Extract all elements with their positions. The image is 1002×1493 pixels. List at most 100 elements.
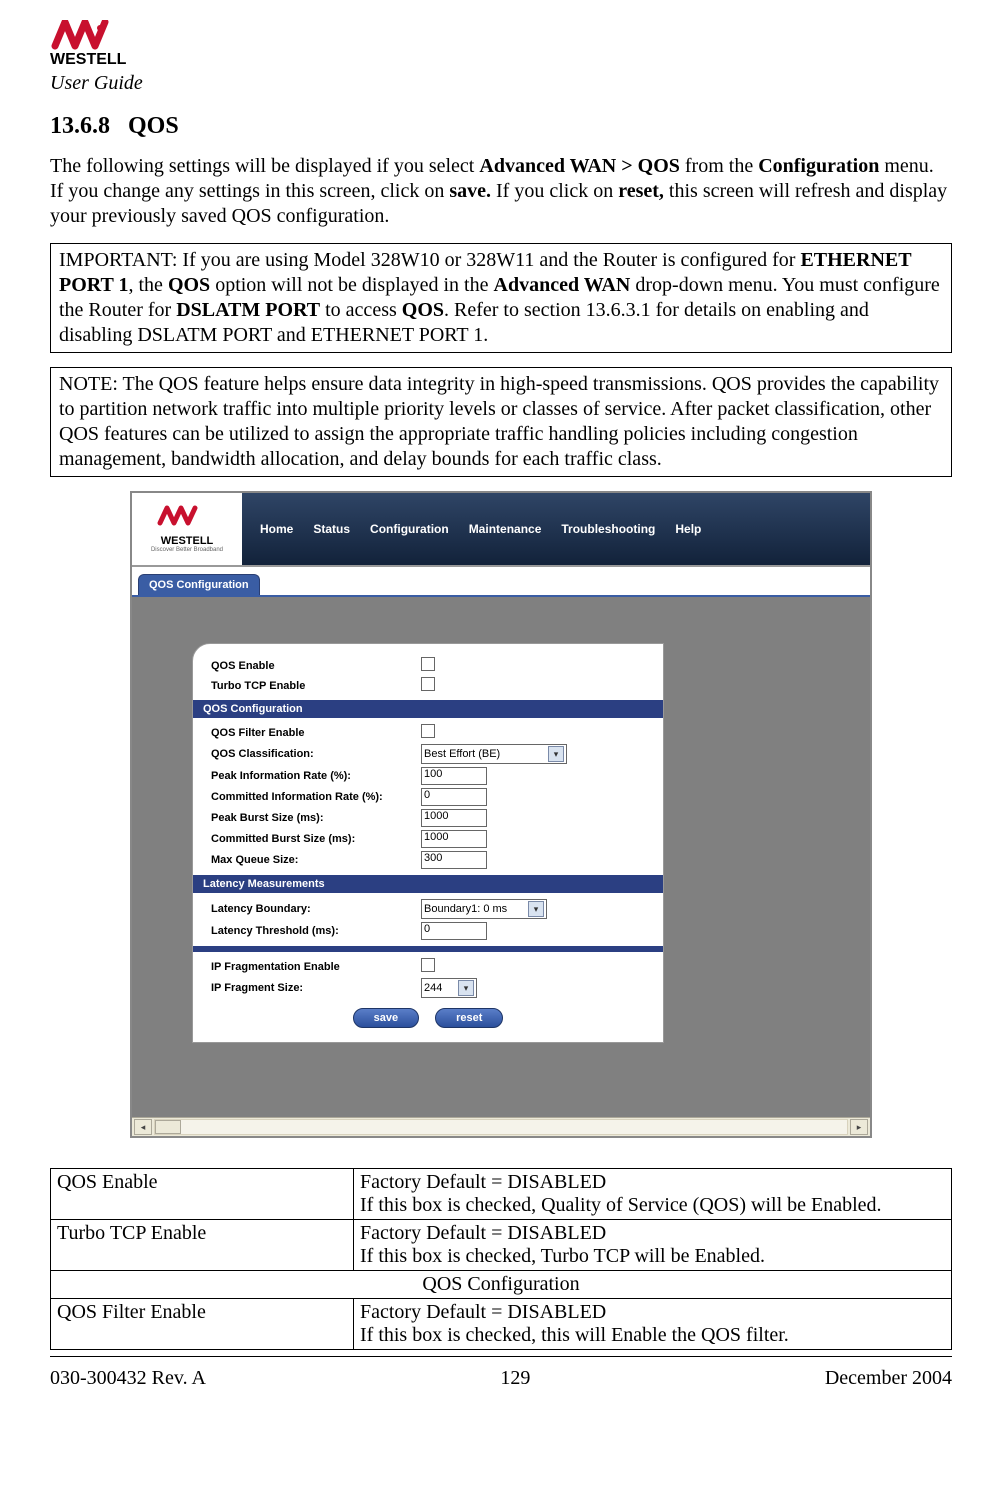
westell-logo-small-icon xyxy=(157,505,217,535)
footer-left: 030-300432 Rev. A xyxy=(50,1367,206,1390)
brand-logo: WESTELL xyxy=(50,20,952,70)
nav-home[interactable]: Home xyxy=(260,522,293,536)
screenshot-logo: WESTELL Discover Better Broadband xyxy=(132,493,242,565)
nav-configuration[interactable]: Configuration xyxy=(370,522,449,536)
text: save. xyxy=(449,180,491,202)
tab-qos-configuration[interactable]: QOS Configuration xyxy=(138,574,260,595)
checkbox-qos-enable[interactable] xyxy=(421,657,435,671)
horizontal-scrollbar[interactable]: ◂ ▸ xyxy=(132,1117,870,1136)
row-peak-burst: Peak Burst Size (ms): 1000 xyxy=(211,809,645,827)
row-ip-frag-size: IP Fragment Size: 244 ▾ xyxy=(211,978,645,998)
nav-help[interactable]: Help xyxy=(675,522,701,536)
scroll-track[interactable] xyxy=(154,1119,848,1135)
cell-section-header: QOS Configuration xyxy=(51,1271,952,1299)
label-ip-frag-size: IP Fragment Size: xyxy=(211,982,421,994)
save-button[interactable]: save xyxy=(353,1008,419,1028)
row-turbo-tcp: Turbo TCP Enable xyxy=(211,677,645,694)
select-qos-classification[interactable]: Best Effort (BE) ▾ xyxy=(421,744,567,764)
section-bar-divider xyxy=(193,946,663,952)
section-heading: 13.6.8 QOS xyxy=(50,113,952,140)
row-latency-boundary: Latency Boundary: Boundary1: 0 ms ▾ xyxy=(211,899,645,919)
router-ui-screenshot: WESTELL Discover Better Broadband Home S… xyxy=(130,491,872,1138)
text: to access xyxy=(320,299,402,321)
cell-setting-desc: Factory Default = DISABLED If this box i… xyxy=(354,1220,952,1271)
select-value: Boundary1: 0 ms xyxy=(424,903,507,915)
select-value: 244 xyxy=(424,982,442,994)
table-row: QOS Filter Enable Factory Default = DISA… xyxy=(51,1299,952,1350)
row-latency-threshold: Latency Threshold (ms): 0 xyxy=(211,922,645,940)
nav-troubleshooting[interactable]: Troubleshooting xyxy=(561,522,655,536)
checkbox-ip-frag-enable[interactable] xyxy=(421,958,435,972)
table-section-row: QOS Configuration xyxy=(51,1271,952,1299)
note-box: NOTE: The QOS feature helps ensure data … xyxy=(50,367,952,477)
table-row: QOS Enable Factory Default = DISABLED If… xyxy=(51,1169,952,1220)
select-latency-boundary[interactable]: Boundary1: 0 ms ▾ xyxy=(421,899,547,919)
text: , the xyxy=(129,274,168,296)
cell-setting-name: QOS Filter Enable xyxy=(51,1299,354,1350)
checkbox-qos-filter-enable[interactable] xyxy=(421,724,435,738)
text: The following settings will be displayed… xyxy=(50,155,479,177)
screenshot-tagline: Discover Better Broadband xyxy=(151,547,223,553)
svg-text:WESTELL: WESTELL xyxy=(50,51,127,68)
footer-page-number: 129 xyxy=(500,1367,530,1390)
guide-title: User Guide xyxy=(50,72,952,95)
row-qos-classification: QOS Classification: Best Effort (BE) ▾ xyxy=(211,744,645,764)
label-qos-filter-enable: QOS Filter Enable xyxy=(211,727,421,739)
screenshot-body: QOS Enable Turbo TCP Enable QOS Configur… xyxy=(132,597,870,1117)
settings-description-table: QOS Enable Factory Default = DISABLED If… xyxy=(50,1168,952,1350)
checkbox-turbo-tcp[interactable] xyxy=(421,677,435,691)
row-qos-filter-enable: QOS Filter Enable xyxy=(211,724,645,741)
input-latency-threshold[interactable]: 0 xyxy=(421,922,487,940)
text: QOS xyxy=(168,274,210,296)
scroll-left-icon[interactable]: ◂ xyxy=(134,1119,152,1135)
screenshot-header: WESTELL Discover Better Broadband Home S… xyxy=(132,493,870,567)
input-peak-burst[interactable]: 1000 xyxy=(421,809,487,827)
section-bar-qos-config: QOS Configuration xyxy=(193,700,663,718)
label-latency-boundary: Latency Boundary: xyxy=(211,903,421,915)
cell-setting-name: Turbo TCP Enable xyxy=(51,1220,354,1271)
qos-panel: QOS Enable Turbo TCP Enable QOS Configur… xyxy=(192,643,664,1043)
screenshot-brand: WESTELL xyxy=(161,535,214,547)
chevron-down-icon: ▾ xyxy=(458,980,474,996)
table-row: Turbo TCP Enable Factory Default = DISAB… xyxy=(51,1220,952,1271)
chevron-down-icon: ▾ xyxy=(528,901,544,917)
text: option will not be displayed in the xyxy=(210,274,493,296)
row-committed-burst: Committed Burst Size (ms): 1000 xyxy=(211,830,645,848)
select-ip-frag-size[interactable]: 244 ▾ xyxy=(421,978,477,998)
chevron-down-icon: ▾ xyxy=(548,746,564,762)
nav-maintenance[interactable]: Maintenance xyxy=(469,522,542,536)
label-ip-frag-enable: IP Fragmentation Enable xyxy=(211,961,421,973)
text: from the xyxy=(680,155,758,177)
text: If you click on xyxy=(491,180,618,202)
text: QOS xyxy=(402,299,444,321)
scroll-right-icon[interactable]: ▸ xyxy=(850,1119,868,1135)
reset-button[interactable]: reset xyxy=(435,1008,503,1028)
text: Advanced WAN xyxy=(494,274,631,296)
row-committed-info-rate: Committed Information Rate (%): 0 xyxy=(211,788,645,806)
label-committed-info-rate: Committed Information Rate (%): xyxy=(211,791,421,803)
label-peak-info-rate: Peak Information Rate (%): xyxy=(211,770,421,782)
section-bar-latency: Latency Measurements xyxy=(193,875,663,893)
main-nav: Home Status Configuration Maintenance Tr… xyxy=(242,493,870,565)
cell-setting-desc: Factory Default = DISABLED If this box i… xyxy=(354,1299,952,1350)
intro-paragraph: The following settings will be displayed… xyxy=(50,154,952,229)
scroll-thumb[interactable] xyxy=(155,1120,181,1134)
input-peak-info-rate[interactable]: 100 xyxy=(421,767,487,785)
select-value: Best Effort (BE) xyxy=(424,748,500,760)
section-title: QOS xyxy=(128,113,179,139)
label-qos-classification: QOS Classification: xyxy=(211,748,421,760)
label-max-queue: Max Queue Size: xyxy=(211,854,421,866)
text: Configuration xyxy=(758,155,879,177)
row-ip-frag-enable: IP Fragmentation Enable xyxy=(211,958,645,975)
important-note-box: IMPORTANT: If you are using Model 328W10… xyxy=(50,243,952,353)
row-qos-enable: QOS Enable xyxy=(211,657,645,674)
input-committed-info-rate[interactable]: 0 xyxy=(421,788,487,806)
row-peak-info-rate: Peak Information Rate (%): 100 xyxy=(211,767,645,785)
row-max-queue: Max Queue Size: 300 xyxy=(211,851,645,869)
cell-setting-desc: Factory Default = DISABLED If this box i… xyxy=(354,1169,952,1220)
nav-status[interactable]: Status xyxy=(313,522,350,536)
label-latency-threshold: Latency Threshold (ms): xyxy=(211,925,421,937)
input-max-queue[interactable]: 300 xyxy=(421,851,487,869)
input-committed-burst[interactable]: 1000 xyxy=(421,830,487,848)
text: reset, xyxy=(618,180,664,202)
